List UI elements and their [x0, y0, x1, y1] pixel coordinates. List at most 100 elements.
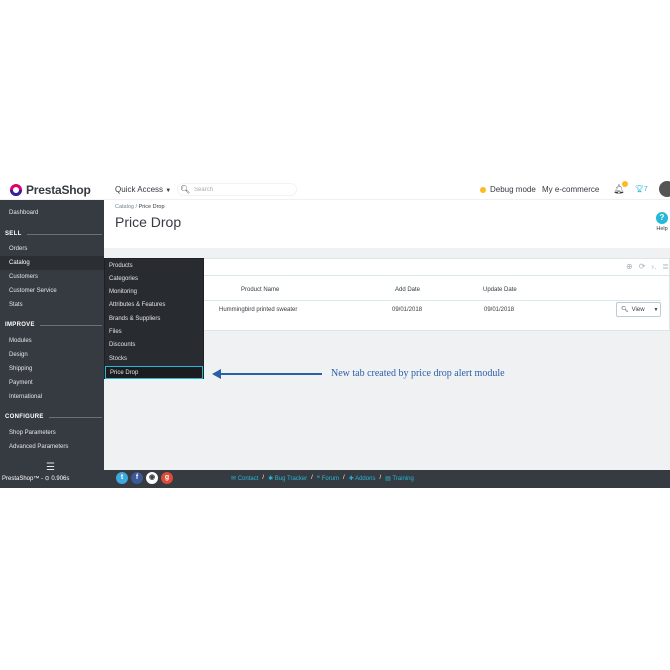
footer-link-training[interactable]: ▤ Training [385, 475, 414, 482]
more-icon[interactable]: ›. [651, 262, 656, 271]
breadcrumb-separator: / [135, 204, 138, 210]
logo-text: PrestaShop [26, 183, 91, 197]
footer-link-contact[interactable]: ✉ Contact [231, 475, 258, 482]
divider [48, 416, 102, 418]
sidebar-item-shipping[interactable]: Shipping [0, 362, 104, 376]
footer-separator: / [379, 475, 382, 481]
trophy-icon[interactable]: 🏆︎7 [635, 185, 648, 193]
submenu-item-stocks[interactable]: Stocks [105, 353, 203, 366]
section-label: SELL [5, 231, 22, 237]
submenu-item-brands-suppliers[interactable]: Brands & Suppliers [105, 313, 203, 326]
sidebar-item-customer-service[interactable]: Customer Service [0, 284, 104, 298]
sidebar-item-orders[interactable]: Orders [0, 242, 104, 256]
breadcrumb-catalog[interactable]: Catalog [115, 204, 134, 210]
help-label: Help [656, 226, 668, 232]
footer-brand: PrestaShop™ - ⊙ 0.906s [2, 476, 70, 482]
page-title: Price Drop [115, 214, 182, 230]
footer-link-label: Addons [355, 476, 376, 482]
submenu-item-price-drop[interactable]: Price Drop [105, 366, 203, 379]
submenu-item-attributes-features[interactable]: Attributes & Features [105, 299, 203, 312]
divider [39, 324, 102, 326]
footer-separator: / [343, 475, 345, 481]
search-input[interactable] [194, 186, 284, 193]
submenu-item-monitoring[interactable]: Monitoring [105, 286, 203, 299]
sidebar-section-configure: CONFIGURE [5, 414, 102, 420]
footer-separator: / [262, 475, 265, 481]
view-label: View [631, 306, 645, 313]
sidebar-nav: Dashboard SELL Orders Catalog Customers … [0, 200, 104, 473]
divider [26, 233, 102, 235]
annotation-arrowhead [212, 369, 221, 379]
debug-status-dot [480, 186, 486, 193]
github-icon[interactable]: ◉ [146, 472, 158, 484]
refresh-icon[interactable]: ⟳ [639, 262, 646, 271]
database-icon[interactable]: ≣ [662, 262, 669, 271]
zoom-icon: 🔍︎ [621, 307, 629, 313]
sidebar-section-sell: SELL [5, 231, 102, 237]
caret-down-icon[interactable]: ▼ [654, 307, 659, 313]
panel-toolbar: ⊕ ⟳ ›. ≣ [626, 262, 669, 271]
breadcrumb: Catalog / Price Drop [115, 204, 165, 210]
submenu-item-files[interactable]: Files [105, 326, 203, 339]
catalog-submenu: Products Categories Monitoring Attribute… [104, 258, 204, 379]
prestashop-logo-icon [10, 184, 22, 196]
sidebar-item-shop-parameters[interactable]: Shop Parameters [0, 426, 104, 440]
footer-link-label: Contact [237, 476, 259, 482]
prestashop-admin-screen: PrestaShop Quick Access ▼ 🔍︎ Debug mode … [0, 178, 670, 488]
shop-name-link[interactable]: My e-commerce [542, 185, 599, 194]
facebook-icon[interactable]: f [131, 472, 143, 484]
footer-link-label: Training [392, 476, 414, 482]
view-button[interactable]: 🔍︎ View ▼ [616, 302, 661, 317]
caret-down-icon: ▼ [165, 188, 172, 194]
column-product-name[interactable]: Product Name [241, 287, 279, 293]
sidebar-item-stats[interactable]: Stats [0, 298, 104, 312]
sidebar-item-modules[interactable]: Modules [0, 334, 104, 348]
cell-add-date: 09/01/2018 [392, 307, 423, 313]
top-header: PrestaShop Quick Access ▼ 🔍︎ Debug mode … [0, 178, 670, 200]
footer-link-label: Bug Tracker [274, 476, 308, 482]
notification-count: 7 [643, 186, 648, 193]
footer-link-label: Forum [321, 476, 340, 482]
notification-badge [622, 181, 628, 187]
twitter-icon[interactable]: t [116, 472, 128, 484]
column-add-date[interactable]: Add Date [395, 287, 420, 293]
footer-link-addons[interactable]: ✚ Addons [349, 475, 376, 482]
annotation-arrow [214, 373, 322, 375]
prestashop-logo[interactable]: PrestaShop [10, 183, 91, 197]
submenu-item-products[interactable]: Products [105, 260, 203, 273]
column-update-date[interactable]: Update Date [483, 287, 517, 293]
footer-link-forum[interactable]: ❝ Forum [317, 475, 339, 482]
debug-mode-indicator[interactable]: Debug mode [480, 185, 536, 194]
submenu-item-categories[interactable]: Categories [105, 273, 203, 286]
sidebar-item-design[interactable]: Design [0, 348, 104, 362]
sidebar-section-improve: IMPROVE [5, 322, 102, 328]
debug-mode-label: Debug mode [490, 185, 536, 194]
submenu-item-discounts[interactable]: Discounts [105, 339, 203, 352]
sidebar-item-international[interactable]: International [0, 390, 104, 404]
social-links: t f ◉ g [116, 472, 173, 484]
google-plus-icon[interactable]: g [161, 472, 173, 484]
footer: PrestaShop™ - ⊙ 0.906s t f ◉ g ✉ Contact… [0, 470, 670, 488]
help-icon: ? [656, 212, 668, 224]
avatar[interactable] [659, 181, 670, 197]
quick-access-dropdown[interactable]: Quick Access ▼ [115, 185, 171, 194]
cell-update-date: 09/01/2018 [484, 307, 515, 313]
quick-access-label: Quick Access [115, 185, 164, 194]
footer-separator: / [311, 475, 313, 481]
footer-link-bug-tracker[interactable]: ✱ Bug Tracker [268, 475, 307, 482]
section-label: CONFIGURE [5, 414, 44, 420]
sidebar-item-payment[interactable]: Payment [0, 376, 104, 390]
sidebar-item-catalog[interactable]: Catalog [0, 256, 104, 270]
search-icon[interactable]: 🔍︎ [180, 185, 194, 194]
footer-links: ✉ Contact / ✱ Bug Tracker / ❝ Forum / ✚ … [231, 475, 414, 482]
help-button[interactable]: ? Help [656, 212, 668, 232]
sidebar-item-dashboard[interactable]: Dashboard [0, 206, 104, 220]
annotation-text: New tab created by price drop alert modu… [331, 368, 505, 379]
search-bar[interactable]: 🔍︎ [177, 183, 297, 196]
section-label: IMPROVE [5, 322, 35, 328]
sidebar-item-advanced-parameters[interactable]: Advanced Parameters [0, 440, 104, 454]
cell-product-name: Hummingbird printed sweater [219, 307, 298, 313]
add-icon[interactable]: ⊕ [626, 262, 633, 271]
sidebar-item-customers[interactable]: Customers [0, 270, 104, 284]
breadcrumb-current: Price Drop [138, 204, 165, 210]
